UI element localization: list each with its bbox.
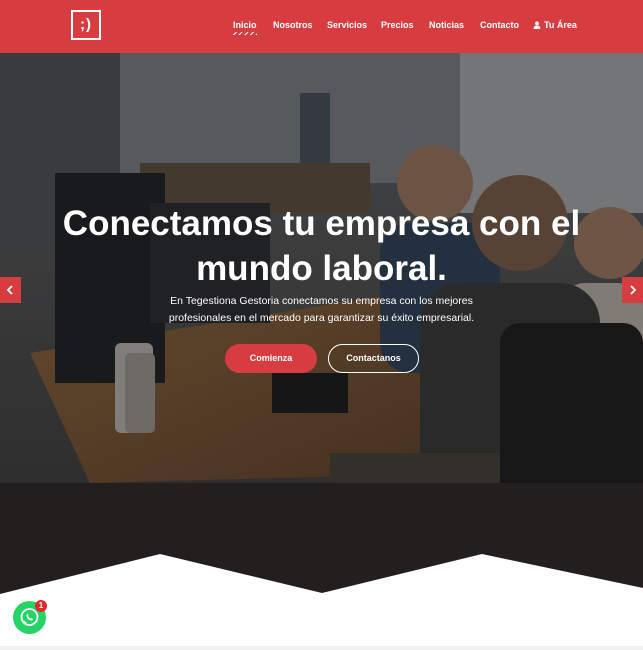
notification-badge: 1 xyxy=(35,600,47,612)
hero-slider: Conectamos tu empresa con el mundo labor… xyxy=(0,53,643,598)
comienza-button[interactable]: Comienza xyxy=(225,344,317,373)
nav-noticias[interactable]: Noticias xyxy=(429,20,464,30)
nav-tu-area-label: Tu Área xyxy=(544,20,577,30)
nav-servicios[interactable]: Servicios xyxy=(327,20,367,30)
contactanos-button[interactable]: Contactanos xyxy=(328,344,419,373)
hero-headline-line1: Conectamos tu empresa con el xyxy=(62,204,581,243)
hero-bottom-divider xyxy=(0,554,643,650)
hero-headline: Conectamos tu empresa con el mundo labor… xyxy=(0,201,643,291)
hero-subtext-line2: profesionales en el mercado para garanti… xyxy=(168,312,475,324)
hero-headline-line2: mundo laboral. xyxy=(196,249,447,288)
nav-precios[interactable]: Precios xyxy=(381,20,414,30)
slider-prev-button[interactable] xyxy=(0,277,21,303)
section-divider xyxy=(0,646,643,650)
nav-nosotros[interactable]: Nosotros xyxy=(273,20,313,30)
hero-subtext-line1: En Tegestiona Gestoria conectamos su emp… xyxy=(170,295,473,307)
nav-contacto[interactable]: Contacto xyxy=(480,20,519,30)
slider-next-button[interactable] xyxy=(622,277,643,303)
nav-tu-area[interactable]: Tu Área xyxy=(533,20,577,30)
logo[interactable]: ;) xyxy=(71,10,101,40)
nav-inicio[interactable]: Inicio xyxy=(233,20,257,35)
chevron-right-icon xyxy=(630,285,637,295)
hero-subtext: En Tegestiona Gestoria conectamos su emp… xyxy=(0,293,643,327)
chevron-left-icon xyxy=(6,285,13,295)
site-header: ;) Inicio Nosotros Servicios Precios Not… xyxy=(0,0,643,53)
user-icon xyxy=(533,21,541,29)
